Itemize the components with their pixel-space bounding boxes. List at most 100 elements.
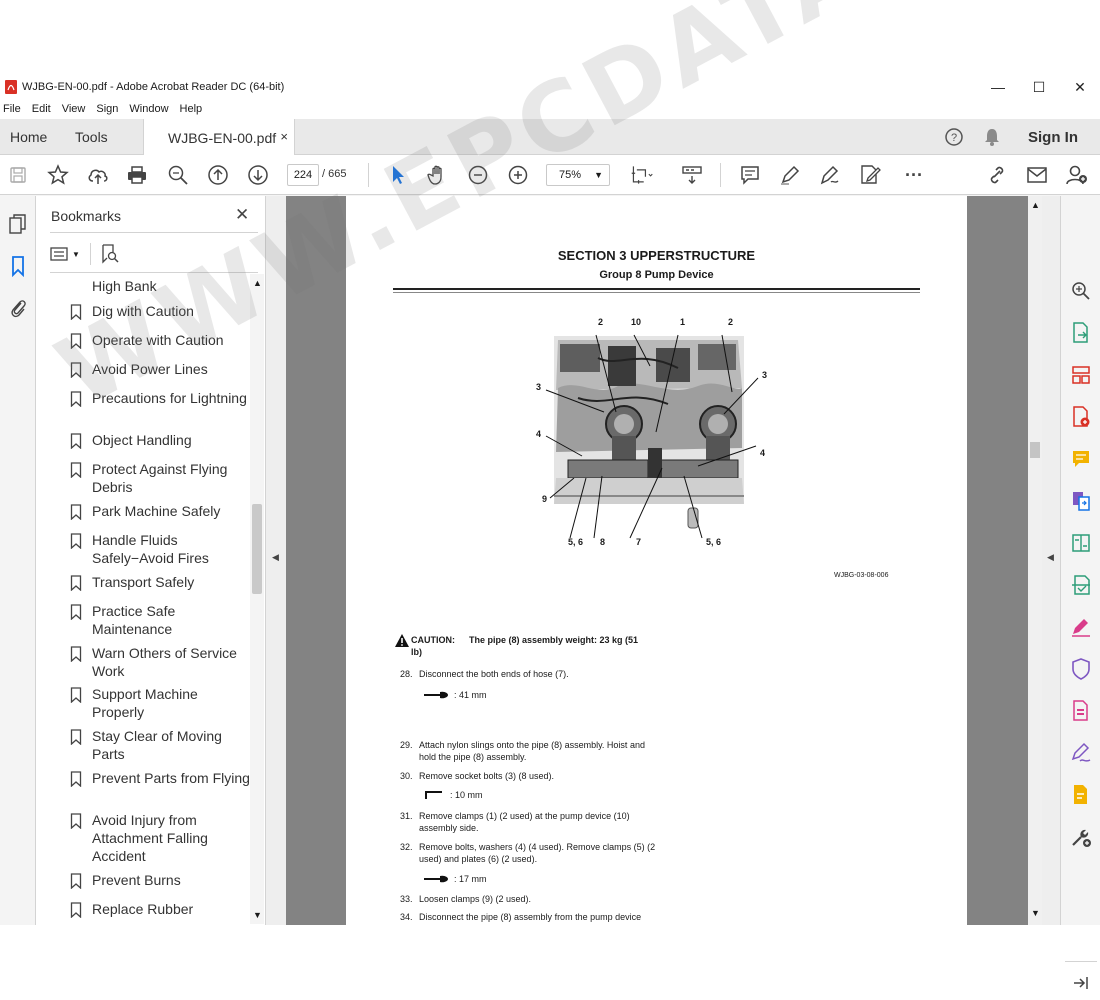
combine-files-icon[interactable] (1070, 490, 1092, 512)
document-scrollbar[interactable]: ▲ ▼ (1028, 196, 1042, 925)
tab-tools[interactable]: Tools (75, 119, 108, 155)
comment-icon[interactable] (738, 163, 762, 187)
scroll-down-icon[interactable]: ▼ (1031, 908, 1040, 918)
bookmark-item[interactable]: Transport Safely (70, 573, 252, 592)
options-menu-icon[interactable]: ▼ (50, 247, 80, 261)
next-page-icon[interactable] (246, 163, 270, 187)
menu-file[interactable]: File (3, 103, 21, 115)
bookmark-item[interactable]: Prevent Parts from Flying (70, 769, 252, 788)
protect-shield-icon[interactable] (1070, 658, 1092, 680)
help-icon[interactable]: ? (944, 119, 964, 155)
menu-help[interactable]: Help (180, 103, 203, 115)
search-zoom-icon[interactable] (1070, 280, 1092, 302)
add-user-icon[interactable] (1065, 163, 1089, 187)
zoom-level-select[interactable]: 75% ▼ (546, 164, 610, 186)
email-icon[interactable] (1025, 163, 1049, 187)
highlight-pen-icon[interactable] (778, 163, 802, 187)
bookmark-item[interactable]: Park Machine Safely (70, 502, 252, 521)
tool-spec: : 10 mm (422, 790, 483, 800)
bell-icon[interactable] (983, 119, 1001, 155)
scroll-up-icon[interactable]: ▲ (253, 278, 262, 288)
collapse-right-rail-icon[interactable] (1070, 972, 1092, 994)
page-fit-icon[interactable] (630, 163, 654, 187)
select-pointer-icon[interactable] (386, 163, 410, 187)
bookmark-icon (70, 813, 82, 833)
callout-label: 8 (600, 537, 606, 547)
callout-label: 7 (636, 537, 642, 547)
paperclip-icon[interactable] (6, 296, 30, 320)
hand-tool-icon[interactable] (426, 163, 450, 187)
export-pdf-icon[interactable] (1070, 322, 1092, 344)
page-thumbnails-icon[interactable] (6, 212, 30, 236)
bookmark-item[interactable]: Support Machine Properly (70, 685, 252, 721)
sign-in-button[interactable]: Sign In (1028, 119, 1078, 155)
scroll-mode-icon[interactable] (680, 163, 704, 187)
callout-label: 5, 6 (706, 537, 722, 547)
bookmark-item[interactable]: Protect Against Flying Debris (70, 460, 252, 496)
minimize-button[interactable]: — (978, 75, 1018, 99)
organize-pages-icon[interactable] (1070, 364, 1092, 386)
zoom-out-icon[interactable] (466, 163, 490, 187)
bookmark-item[interactable]: Warn Others of Service Work (70, 644, 252, 680)
divider (1065, 961, 1097, 962)
fill-and-sign-icon[interactable] (1070, 616, 1092, 638)
scrollbar-thumb[interactable] (1030, 442, 1040, 458)
scrollbar-thumb[interactable] (252, 504, 262, 594)
prepare-form-icon[interactable] (1070, 700, 1092, 722)
menu-view[interactable]: View (62, 103, 86, 115)
tab-home[interactable]: Home (10, 119, 47, 155)
find-bookmark-icon[interactable] (101, 244, 119, 264)
bookmark-item[interactable]: Object Handling (70, 431, 252, 450)
more-tools-icon[interactable]: ··· (902, 163, 926, 187)
bookmark-item[interactable]: Avoid Power Lines (70, 360, 252, 379)
group-title: Group 8 Pump Device (599, 269, 714, 281)
scroll-up-icon[interactable]: ▲ (1031, 200, 1040, 210)
bookmark-item[interactable]: Handle Fluids Safely−Avoid Fires (70, 531, 252, 567)
menu-window[interactable]: Window (129, 103, 168, 115)
more-tools-wrench-icon[interactable] (1070, 826, 1092, 848)
request-signature-icon[interactable] (1070, 742, 1092, 764)
draw-sign-icon[interactable] (818, 163, 842, 187)
step-text: Remove socket bolts (3) (8 used). (419, 771, 555, 781)
previous-page-icon[interactable] (206, 163, 230, 187)
compress-pdf-icon[interactable] (1070, 532, 1092, 554)
share-link-icon[interactable] (985, 163, 1009, 187)
bookmark-item[interactable]: Avoid Injury from Attachment Falling Acc… (70, 811, 252, 865)
close-panel-button[interactable]: ✕ (235, 205, 249, 225)
zoom-search-icon[interactable] (166, 163, 190, 187)
bookmark-scrollbar[interactable]: ▲ ▼ (250, 274, 264, 924)
menu-sign[interactable]: Sign (96, 103, 118, 115)
cloud-upload-icon[interactable] (86, 163, 110, 187)
step-text: Remove clamps (1) (2 used) at the pump d… (419, 811, 630, 833)
bookmark-item[interactable]: Stay Clear of Moving Parts (70, 727, 252, 763)
maximize-button[interactable]: ☐ (1019, 75, 1059, 99)
zoom-in-icon[interactable] (506, 163, 530, 187)
menu-edit[interactable]: Edit (32, 103, 51, 115)
bookmark-item[interactable]: High Bank (92, 277, 252, 295)
close-tab-button[interactable]: × (280, 129, 288, 144)
save-icon[interactable] (6, 163, 30, 187)
bookmark-item[interactable]: Prevent Burns (70, 871, 252, 890)
bookmark-item[interactable]: Precautions for Lightning (70, 389, 252, 408)
bookmark-icon (70, 462, 82, 482)
bookmark-label: Protect Against Flying Debris (92, 461, 228, 495)
star-icon[interactable] (46, 163, 70, 187)
tab-document[interactable]: WJBG-EN-00.pdf × (143, 119, 295, 156)
scroll-down-icon[interactable]: ▼ (253, 910, 262, 920)
fill-sign-icon[interactable] (858, 163, 882, 187)
comment-tool-icon[interactable] (1070, 448, 1092, 470)
collapse-right-panel[interactable]: ◀ (1042, 196, 1060, 925)
print-icon[interactable] (125, 163, 149, 187)
bookmark-item[interactable]: Operate with Caution (70, 331, 252, 350)
page-number-input[interactable]: 224 (287, 164, 319, 186)
collapse-left-panel[interactable]: ◀ (266, 196, 286, 925)
bookmark-item[interactable]: Dig with Caution (70, 302, 252, 321)
bookmark-item[interactable]: Practice Safe Maintenance (70, 602, 252, 638)
bookmark-item[interactable]: Replace Rubber (70, 900, 252, 919)
bookmark-label: Transport Safely (92, 574, 195, 590)
scan-ocr-icon[interactable] (1070, 574, 1092, 596)
create-pdf-icon[interactable] (1070, 406, 1092, 428)
close-window-button[interactable]: ✕ (1060, 75, 1100, 99)
bookmark-panel-icon[interactable] (6, 254, 30, 278)
send-for-review-icon[interactable] (1070, 784, 1092, 806)
